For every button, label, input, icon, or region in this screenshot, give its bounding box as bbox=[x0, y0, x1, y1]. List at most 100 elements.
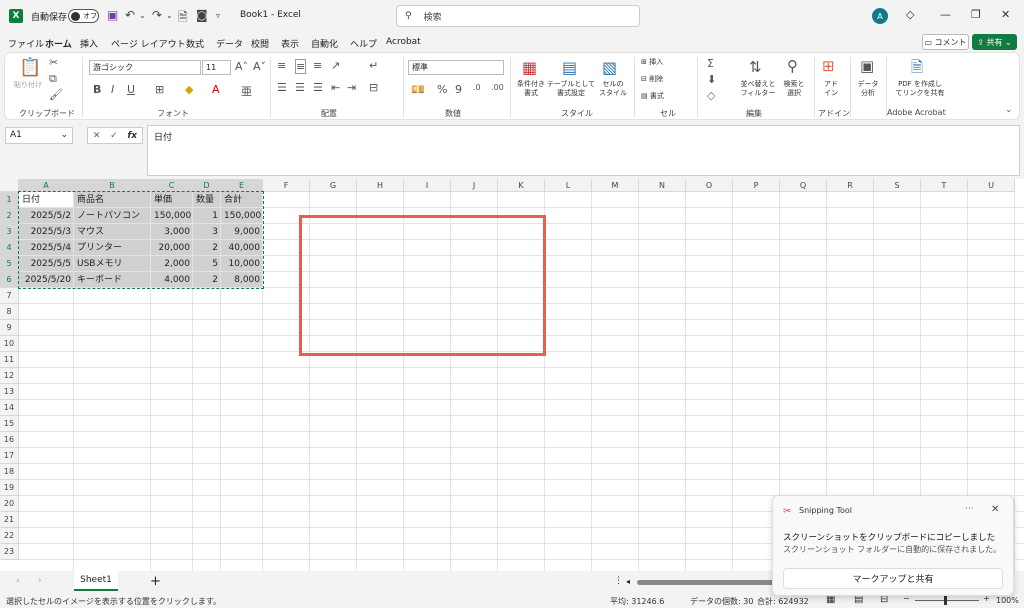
conditional-format-label[interactable]: 条件付き 書式 bbox=[511, 80, 551, 98]
hscroll-left-icon[interactable]: ◂ bbox=[626, 577, 630, 586]
tab-home[interactable]: ホーム bbox=[45, 37, 72, 54]
format-painter-icon[interactable]: 🖌 bbox=[49, 88, 63, 101]
row-header-13[interactable]: 13 bbox=[0, 384, 19, 400]
zoom-level[interactable]: 100% bbox=[996, 596, 1019, 605]
addins-label[interactable]: アド イン bbox=[817, 80, 845, 98]
increase-indent-icon[interactable]: ⇥ bbox=[347, 81, 356, 94]
select-all-corner[interactable] bbox=[0, 179, 19, 192]
scroll-right-icon[interactable]: › bbox=[38, 576, 42, 586]
font-color-icon[interactable]: A bbox=[212, 83, 220, 96]
addins-icon[interactable]: ⊞ bbox=[822, 57, 835, 75]
format-as-table-icon[interactable]: ▤ bbox=[562, 58, 577, 77]
row-header-14[interactable]: 14 bbox=[0, 400, 19, 416]
column-header-i[interactable]: I bbox=[404, 179, 451, 192]
data-analysis-label[interactable]: データ 分析 bbox=[853, 80, 883, 98]
row-header-22[interactable]: 22 bbox=[0, 528, 19, 544]
decrease-decimal-icon[interactable]: .00 bbox=[491, 83, 504, 92]
percent-icon[interactable]: % bbox=[437, 83, 447, 96]
copy-icon[interactable]: ⧉ bbox=[49, 72, 57, 86]
column-header-n[interactable]: N bbox=[639, 179, 686, 192]
row-header-15[interactable]: 15 bbox=[0, 416, 19, 432]
autosum-icon[interactable]: Σ bbox=[707, 57, 714, 70]
column-header-f[interactable]: F bbox=[263, 179, 310, 192]
italic-icon[interactable]: I bbox=[111, 83, 114, 96]
phonetic-icon[interactable]: 亜 bbox=[241, 83, 252, 99]
customize-qat-icon[interactable]: ▿ bbox=[216, 11, 220, 20]
scroll-left-icon[interactable]: ‹ bbox=[16, 576, 20, 586]
clear-icon[interactable]: ◇ bbox=[707, 89, 715, 102]
sort-filter-icon[interactable]: ⇅ bbox=[749, 58, 762, 76]
align-bottom-icon[interactable]: ≡ bbox=[313, 59, 322, 72]
column-header-p[interactable]: P bbox=[733, 179, 780, 192]
cell-styles-icon[interactable]: ▧ bbox=[602, 58, 617, 77]
redo-icon[interactable]: ↷ bbox=[152, 8, 162, 22]
row-header-12[interactable]: 12 bbox=[0, 368, 19, 384]
autosave-toggle[interactable]: オフ bbox=[68, 9, 99, 23]
zoom-slider-thumb[interactable] bbox=[944, 596, 947, 605]
row-header-6[interactable]: 6 bbox=[0, 272, 19, 288]
row-header-2[interactable]: 2 bbox=[0, 208, 19, 224]
delete-cells-button[interactable]: ⊟ 削除 bbox=[641, 75, 663, 84]
row-header-9[interactable]: 9 bbox=[0, 320, 19, 336]
cell-styles-label[interactable]: セルの スタイル bbox=[593, 80, 633, 98]
tab-acrobat[interactable]: Acrobat bbox=[386, 37, 421, 47]
markup-share-button[interactable]: マークアップと共有 bbox=[783, 568, 1003, 589]
row-header-8[interactable]: 8 bbox=[0, 304, 19, 320]
orientation-icon[interactable]: ↗ bbox=[331, 59, 340, 72]
bold-icon[interactable]: B bbox=[93, 83, 101, 96]
save-icon[interactable]: ▣ bbox=[107, 8, 118, 22]
row-header-18[interactable]: 18 bbox=[0, 464, 19, 480]
wrap-text-icon[interactable]: ↵ bbox=[369, 59, 378, 72]
zoom-slider[interactable] bbox=[915, 600, 979, 601]
column-header-q[interactable]: Q bbox=[780, 179, 827, 192]
pdf-share-label[interactable]: PDF を作成し てリンクを共有 bbox=[889, 80, 951, 98]
row-header-11[interactable]: 11 bbox=[0, 352, 19, 368]
row-header-23[interactable]: 23 bbox=[0, 544, 19, 560]
align-middle-icon[interactable]: ≡ bbox=[295, 59, 307, 74]
restore-icon[interactable]: ❐ bbox=[971, 8, 981, 21]
share-button[interactable]: ⇪ 共有 ⌄ bbox=[972, 34, 1017, 50]
tab-view[interactable]: 表示 bbox=[281, 37, 299, 50]
tab-help[interactable]: ヘルプ bbox=[350, 37, 377, 50]
row-header-21[interactable]: 21 bbox=[0, 512, 19, 528]
pdf-icon[interactable]: 🗎 bbox=[911, 57, 923, 82]
column-header-s[interactable]: S bbox=[874, 179, 921, 192]
insert-cells-button[interactable]: ⊞ 挿入 bbox=[641, 58, 663, 67]
ribbon-collapse-icon[interactable]: ⌄ bbox=[1005, 105, 1013, 115]
column-header-l[interactable]: L bbox=[545, 179, 592, 192]
column-header-k[interactable]: K bbox=[498, 179, 545, 192]
toast-close-icon[interactable]: ✕ bbox=[991, 504, 999, 515]
align-left-icon[interactable]: ☰ bbox=[277, 81, 287, 94]
tab-automate[interactable]: 自動化 bbox=[311, 37, 338, 50]
paste-icon[interactable]: 📋 bbox=[19, 57, 41, 78]
enter-icon[interactable]: ✓ bbox=[110, 131, 118, 141]
camera-icon[interactable]: ◙ bbox=[196, 8, 208, 22]
shrink-font-icon[interactable]: A˅ bbox=[253, 60, 266, 73]
comment-button[interactable]: ▭ コメント bbox=[922, 34, 969, 50]
align-right-icon[interactable]: ☰ bbox=[313, 81, 323, 94]
increase-decimal-icon[interactable]: .0 bbox=[473, 83, 481, 92]
redo-dropdown-icon[interactable]: ⌄ bbox=[166, 11, 173, 20]
column-header-g[interactable]: G bbox=[310, 179, 357, 192]
tab-insert[interactable]: 挿入 bbox=[80, 37, 98, 50]
tab-file[interactable]: ファイル bbox=[8, 37, 44, 50]
more-options-icon[interactable]: ⋮ bbox=[614, 576, 623, 586]
tab-data[interactable]: データ bbox=[216, 37, 243, 50]
minimize-icon[interactable]: — bbox=[940, 8, 951, 21]
font-size-select[interactable]: 11 bbox=[202, 60, 231, 75]
tab-page-layout[interactable]: ページ レイアウト bbox=[111, 37, 186, 50]
print-preview-icon[interactable]: 🗎 bbox=[178, 8, 188, 29]
row-header-4[interactable]: 4 bbox=[0, 240, 19, 256]
toast-more-icon[interactable]: ··· bbox=[965, 504, 974, 514]
cut-icon[interactable]: ✂ bbox=[49, 56, 58, 69]
grow-font-icon[interactable]: A˄ bbox=[235, 60, 248, 73]
borders-icon[interactable]: ⊞ bbox=[155, 83, 164, 96]
align-top-icon[interactable]: ≡ bbox=[277, 59, 286, 72]
align-center-icon[interactable]: ☰ bbox=[295, 81, 305, 94]
number-format-select[interactable]: 標準 bbox=[408, 60, 504, 75]
row-header-20[interactable]: 20 bbox=[0, 496, 19, 512]
row-header-19[interactable]: 19 bbox=[0, 480, 19, 496]
fill-color-icon[interactable]: ◆ bbox=[185, 83, 193, 96]
row-header-16[interactable]: 16 bbox=[0, 432, 19, 448]
find-select-icon[interactable]: ⚲ bbox=[787, 57, 798, 75]
